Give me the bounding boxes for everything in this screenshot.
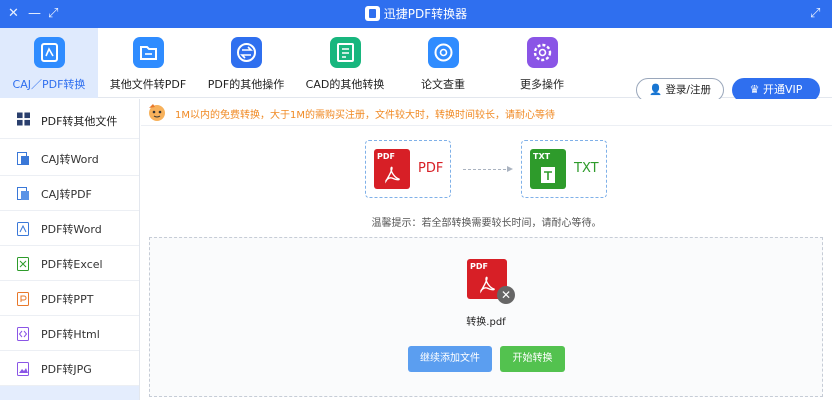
tip-text: 温馨提示：若全部转换需要较长时间，请耐心等待。 <box>371 218 602 229</box>
main-toolbar: CAJ／PDF转换 其他文件转PDF PDF的其他操作 CAD的其他转换 论文查… <box>0 28 832 102</box>
sidebar-item-caj-pdf[interactable]: CAJ转PDF <box>0 176 139 211</box>
target-format-name: TXT <box>574 161 599 176</box>
login-label: 登录/注册 <box>665 84 711 96</box>
at-search-icon <box>428 37 459 68</box>
sidebar-item-caj-word[interactable]: CAJ转Word <box>0 141 139 176</box>
tool-paper-check[interactable]: 论文查重 <box>394 28 492 98</box>
pdf-word-icon <box>17 222 29 236</box>
convert-arrow-icon <box>463 166 513 172</box>
sidebar-item-pdf-jpg[interactable]: PDF转JPG <box>0 351 139 386</box>
tool-caj-pdf-convert[interactable]: CAJ／PDF转换 <box>0 28 98 98</box>
pdf-file-icon: PDF <box>374 149 410 189</box>
notice-text: 1M以内的免费转换，大于1M的需购买注册，文件较大时，转换时间较长，请耐心等待 <box>175 110 555 121</box>
source-format-box: PDF PDF <box>365 140 451 198</box>
folder-file-icon <box>133 37 164 68</box>
start-convert-button[interactable]: 开始转换 <box>500 346 565 372</box>
target-format-box: TXT TXT <box>521 140 607 198</box>
file-drop-zone[interactable]: PDF ✕ 转换.pdf 继续添加文件 开始转换 <box>149 237 823 397</box>
sidebar-item-partial[interactable] <box>0 386 139 400</box>
pdf-html-icon <box>17 327 29 341</box>
sidebar-item-pdf-word[interactable]: PDF转Word <box>0 211 139 246</box>
source-format-name: PDF <box>418 161 444 176</box>
tool-label: 更多操作 <box>520 78 564 91</box>
window-title-text: 迅捷PDF转换器 <box>383 7 468 21</box>
file-format-badge: PDF <box>470 262 488 271</box>
tool-label: CAD的其他转换 <box>305 78 385 91</box>
vip-label: 开通VIP <box>762 83 803 96</box>
source-format-badge: PDF <box>377 152 395 161</box>
tool-label: 其他文件转PDF <box>109 78 187 91</box>
grid-icon <box>17 112 30 126</box>
tool-label: CAJ／PDF转换 <box>12 78 86 91</box>
sidebar-item-pdf-ppt[interactable]: PDF转PPT <box>0 281 139 316</box>
swap-arrows-icon <box>231 37 262 68</box>
sidebar-item-label: PDF转Word <box>41 223 102 236</box>
file-name: 转换.pdf <box>466 317 506 328</box>
conversion-area: PDF PDF TXT TXT 温馨提示：若全部转换需要较长时间，请耐心等待。 … <box>141 126 832 400</box>
pdf-excel-icon <box>17 257 29 271</box>
sidebar-item-label: PDF转Excel <box>41 258 103 271</box>
crown-icon: ♛ <box>749 83 760 96</box>
tool-label: PDF的其他操作 <box>207 78 285 91</box>
pdf-jpg-icon <box>17 362 29 376</box>
user-icon: 👤 <box>649 84 663 96</box>
sidebar-item-label: PDF转Html <box>41 328 100 341</box>
tool-pdf-other-ops[interactable]: PDF的其他操作 <box>197 28 295 98</box>
notice-bar: 1M以内的免费转换，大于1M的需购买注册，文件较大时，转换时间较长，请耐心等待 <box>141 99 832 126</box>
tool-cad-convert[interactable]: CAD的其他转换 <box>296 28 394 98</box>
title-bar: ✕ — ⤢ 迅捷PDF转换器 ⤢ <box>0 0 832 28</box>
sidebar-item-label: PDF转PPT <box>41 293 94 306</box>
restore-window-icon[interactable]: ⤢ <box>810 5 820 23</box>
pdf-ppt-icon <box>17 292 29 306</box>
add-more-files-button[interactable]: 继续添加文件 <box>408 346 492 372</box>
pdf-convert-icon <box>34 37 65 68</box>
sidebar-item-label: CAJ转Word <box>41 153 99 166</box>
mascot-icon <box>149 104 165 121</box>
sidebar-item-pdf-to-other[interactable]: PDF转其他文件 <box>0 99 139 139</box>
window-title: 迅捷PDF转换器 <box>0 5 832 23</box>
tool-other-to-pdf[interactable]: 其他文件转PDF <box>99 28 197 98</box>
gear-icon <box>527 37 558 68</box>
app-logo-icon <box>364 6 380 21</box>
caj-word-icon <box>17 152 29 165</box>
caj-pdf-icon <box>17 187 29 200</box>
sidebar-item-label: CAJ转PDF <box>41 188 92 201</box>
main-panel: 1M以内的免费转换，大于1M的需购买注册，文件较大时，转换时间较长，请耐心等待 … <box>141 99 832 400</box>
sidebar-item-pdf-html[interactable]: PDF转Html <box>0 316 139 351</box>
remove-file-icon[interactable]: ✕ <box>497 286 515 304</box>
txt-file-icon: TXT <box>530 149 566 189</box>
target-format-badge: TXT <box>533 152 551 161</box>
tool-label: 论文查重 <box>421 78 465 91</box>
tool-more-ops[interactable]: 更多操作 <box>493 28 591 98</box>
sidebar-item-pdf-excel[interactable]: PDF转Excel <box>0 246 139 281</box>
sidebar: PDF转其他文件 CAJ转Word CAJ转PDF PDF转Word PDF转E… <box>0 99 140 400</box>
cad-file-icon <box>330 37 361 68</box>
sidebar-item-label: PDF转JPG <box>41 363 92 376</box>
sidebar-item-label: PDF转其他文件 <box>41 115 118 128</box>
